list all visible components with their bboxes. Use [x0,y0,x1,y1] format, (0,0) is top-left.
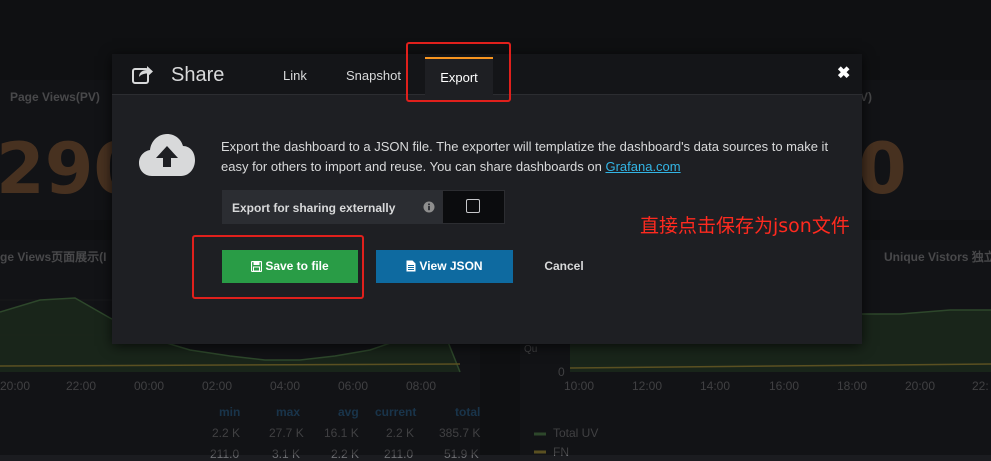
export-externally-checkbox[interactable] [466,199,480,213]
file-icon [406,260,416,272]
grafana-com-link[interactable]: Grafana.com [605,159,680,174]
tab-link[interactable]: Link [283,68,307,83]
annotation-note: 直接点击保存为json文件 [640,215,850,237]
export-externally-text: Export for sharing externally [232,201,396,215]
share-icon [132,66,153,84]
cancel-button[interactable]: Cancel [532,250,596,283]
cloud-upload-icon [139,134,195,176]
save-to-file-button[interactable]: Save to file [222,250,358,283]
view-json-label: View JSON [419,259,483,273]
tab-export[interactable]: Export [425,57,493,95]
modal-header: Share Link Snapshot Export ✖ [112,54,862,95]
close-icon[interactable]: ✖ [837,63,850,83]
export-description: Export the dashboard to a JSON file. The… [221,137,836,177]
export-externally-switch[interactable] [442,190,505,224]
info-icon[interactable] [423,201,435,213]
tab-export-label: Export [440,70,478,85]
cancel-label: Cancel [544,259,584,273]
save-to-file-label: Save to file [265,259,329,273]
view-json-button[interactable]: View JSON [376,250,513,283]
tab-snapshot[interactable]: Snapshot [346,68,401,83]
modal-title: Share [171,64,225,86]
export-externally-label: Export for sharing externally [222,190,442,224]
export-description-text: Export the dashboard to a JSON file. The… [221,139,829,174]
save-icon [251,260,263,273]
share-modal: Share Link Snapshot Export ✖ Export the … [112,54,862,344]
